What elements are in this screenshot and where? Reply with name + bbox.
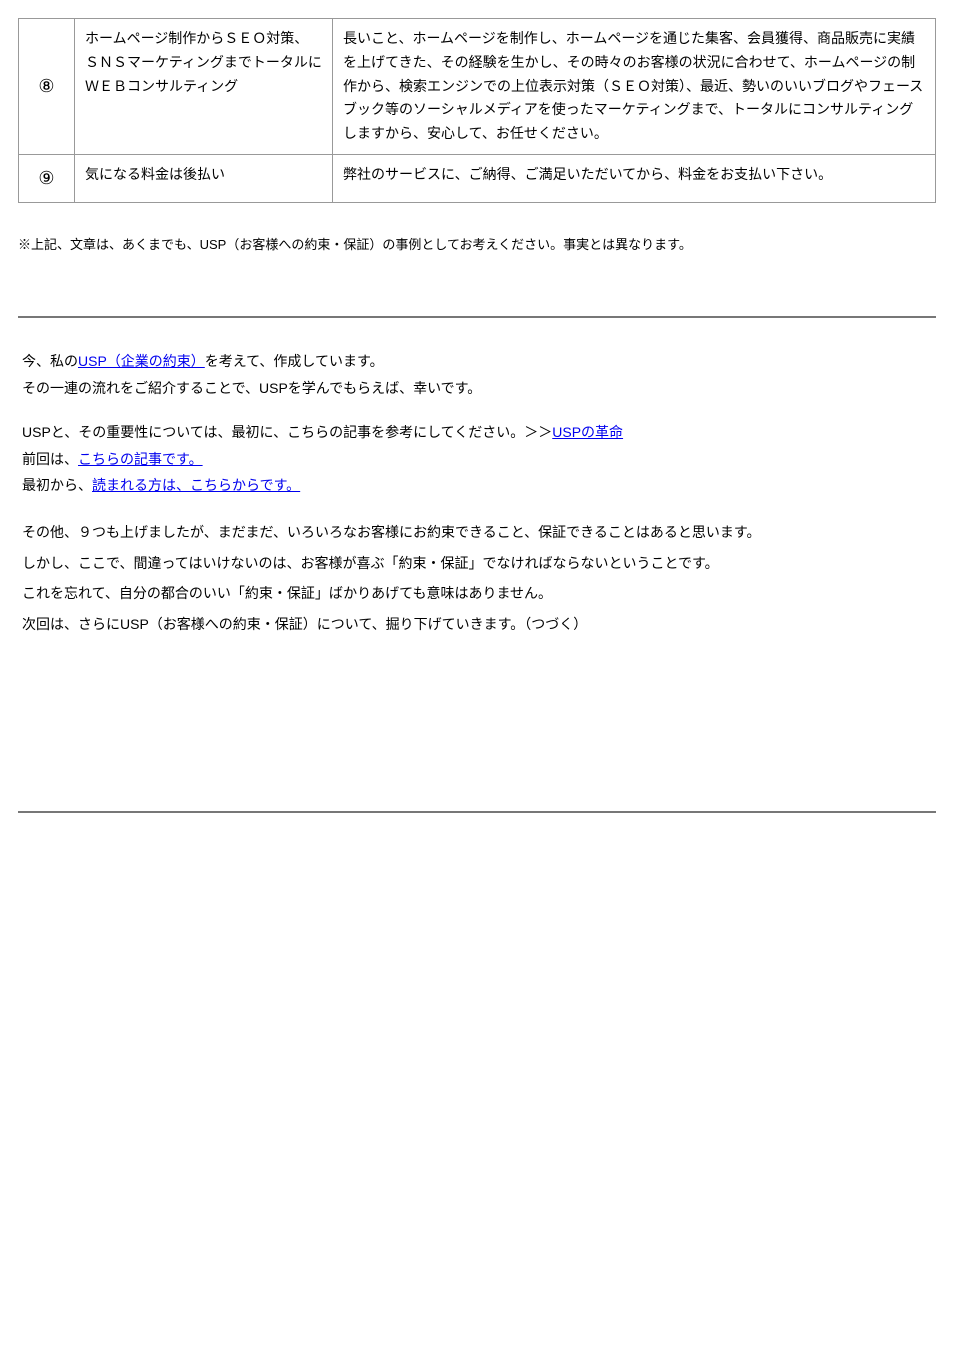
paragraph: その他、９つも上げましたが、まだまだ、いろいろなお客様にお約束できること、保証で… [22, 519, 936, 546]
paragraph: 次回は、さらにUSP（お客様への約束・保証）について、掘り下げていきます。（つづ… [22, 611, 936, 638]
article-body: その他、９つも上げましたが、まだまだ、いろいろなお客様にお約束できること、保証で… [22, 519, 936, 637]
text: 前回は、 [22, 451, 78, 467]
text: を考えて、作成しています。 [205, 353, 384, 369]
row-desc: 弊社のサービスに、ご納得、ご満足いただいてから、料金をお支払い下さい。 [333, 154, 936, 202]
table-footnote: ※上記、文章は、あくまでも、USP（お客様への約束・保証）の事例としてお考えくだ… [18, 233, 936, 256]
text: その一連の流れをご紹介することで、USPを学んでもらえば、幸いです。 [22, 375, 936, 402]
usp-promise-link[interactable]: USP（企業の約束） [78, 353, 205, 369]
usp-table: ⑧ ホームページ制作からＳＥＯ対策、ＳＮＳマーケティングまでトータルにＷＥＢコン… [18, 18, 936, 203]
table-row: ⑨ 気になる料金は後払い 弊社のサービスに、ご納得、ご満足いただいてから、料金を… [19, 154, 936, 202]
row-title: ホームページ制作からＳＥＯ対策、ＳＮＳマーケティングまでトータルにＷＥＢコンサル… [75, 19, 333, 155]
usp-revolution-link[interactable]: USPの革命 [552, 424, 623, 440]
row-number: ⑨ [19, 154, 75, 202]
paragraph: これを忘れて、自分の都合のいい「約束・保証」ばかりあげても意味はありません。 [22, 580, 936, 607]
row-title: 気になる料金は後払い [75, 154, 333, 202]
row-desc: 長いこと、ホームページを制作し、ホームページを通じた集客、会員獲得、商品販売に実… [333, 19, 936, 155]
text: 今、私の [22, 353, 78, 369]
previous-article-link[interactable]: こちらの記事です。 [78, 451, 203, 467]
table-row: ⑧ ホームページ制作からＳＥＯ対策、ＳＮＳマーケティングまでトータルにＷＥＢコン… [19, 19, 936, 155]
divider [18, 316, 936, 318]
text: 最初から、 [22, 477, 92, 493]
row-number: ⑧ [19, 19, 75, 155]
prefatory-block: 今、私のUSP（企業の約束）を考えて、作成しています。 その一連の流れをご紹介す… [22, 348, 936, 401]
footer-divider [18, 811, 936, 813]
reference-links: USPと、その重要性については、最初に、こちらの記事を参考にしてください。＞＞U… [22, 419, 936, 499]
read-from-start-link[interactable]: 読まれる方は、こちらからです。 [92, 477, 300, 493]
text: USPと、その重要性については、最初に、こちらの記事を参考にしてください。＞＞ [22, 424, 552, 440]
paragraph: しかし、ここで、間違ってはいけないのは、お客様が喜ぶ「約束・保証」でなければなら… [22, 550, 936, 577]
